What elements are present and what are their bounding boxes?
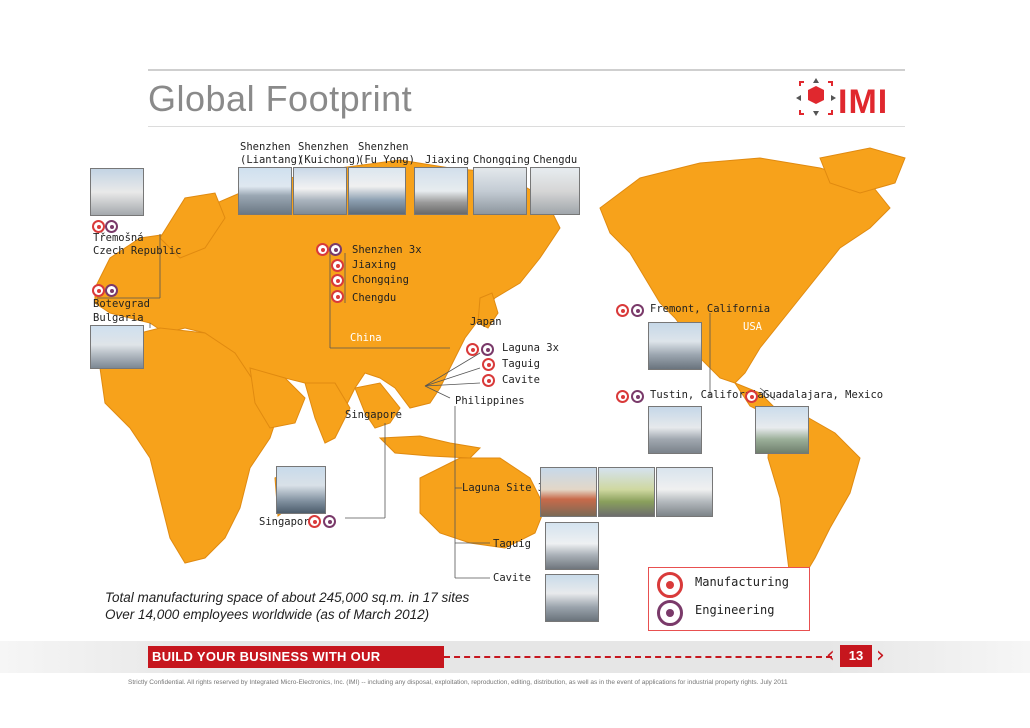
label-ph-site-3: Cavite <box>502 374 540 386</box>
manufacturing-marker-icon <box>92 284 105 297</box>
label-tremosna: Třemošná <box>93 232 144 244</box>
label-china-site-1: Shenzhen 3x <box>352 244 422 256</box>
photo-tremosna <box>90 168 144 216</box>
label-japan: Japan <box>470 316 502 328</box>
manufacturing-marker-icon <box>466 343 479 356</box>
marker-singapore <box>308 515 336 528</box>
label-ph-site-2: Taguig <box>502 358 540 370</box>
top-label-chengdu: Chengdu <box>533 154 578 166</box>
photo-singapore <box>276 466 326 514</box>
photo-fremont <box>648 322 702 370</box>
label-botevgrad: Botevgrad <box>93 298 150 310</box>
imi-logo-text: IMI <box>838 83 889 121</box>
marker-guadalajara <box>745 390 758 403</box>
next-page-icon[interactable]: › <box>876 645 885 667</box>
manufacturing-legend-icon <box>657 572 683 598</box>
manufacturing-marker-icon <box>616 390 629 403</box>
prev-page-icon[interactable]: ‹ <box>826 645 835 667</box>
label-cavite: Cavite <box>493 572 531 584</box>
photo-guadalajara <box>755 406 809 454</box>
photo-laguna-3 <box>656 467 713 517</box>
photo-cavite <box>545 574 599 622</box>
label-laguna-site: Laguna Site 3x <box>462 482 551 494</box>
marker-fremont <box>616 304 644 317</box>
top-label-chongqing: Chongqing <box>473 154 530 166</box>
page-number: 13 <box>840 645 872 667</box>
label-china-site-4: Chengdu <box>352 292 397 304</box>
top-label-fuyong-2: (Fu Yong) <box>358 154 415 166</box>
photo-laguna-1 <box>540 467 597 517</box>
page-title: Global Footprint <box>148 78 413 119</box>
photo-shenzhen-fuyong <box>348 167 406 215</box>
engineering-marker-icon <box>105 284 118 297</box>
label-usa: USA <box>743 321 762 333</box>
top-label-kuichong-1: Shenzhen <box>298 141 349 153</box>
marker-jiaxing <box>331 259 344 272</box>
label-china: China <box>350 332 382 344</box>
legend-box: Manufacturing Engineering <box>648 567 810 631</box>
marker-chengdu <box>331 290 344 303</box>
label-china-site-2: Jiaxing <box>352 259 397 271</box>
footer-banner: BUILD YOUR BUSINESS WITH OUR FLEXIBLE SO… <box>148 646 444 686</box>
north-america-landmass <box>599 157 891 384</box>
label-singapore-map: Singapore <box>345 409 402 421</box>
label-czech: Czech Republic <box>93 245 182 257</box>
australia-landmass <box>419 457 546 549</box>
photo-shenzhen-liantang <box>238 167 292 215</box>
label-guadalajara: Guadalajara, Mexico <box>763 389 884 401</box>
label-ph-site-1: Laguna 3x <box>502 342 559 354</box>
photo-taguig <box>545 522 599 570</box>
top-label-jiaxing: Jiaxing <box>425 154 470 166</box>
photo-chengdu <box>530 167 580 215</box>
legend-manufacturing-label: Manufacturing <box>695 575 789 589</box>
marker-china <box>316 243 342 256</box>
photo-chongqing <box>473 167 527 215</box>
indonesia-landmass <box>378 435 482 459</box>
note-employees: Over 14,000 employees worldwide (as of M… <box>105 607 430 622</box>
marker-tustin <box>616 390 644 403</box>
top-label-liantang-1: Shenzhen <box>240 141 291 153</box>
marker-cavite <box>482 374 495 387</box>
label-china-site-3: Chongqing <box>352 274 409 286</box>
manufacturing-marker-icon <box>616 304 629 317</box>
photo-laguna-2 <box>598 467 655 517</box>
engineering-marker-icon <box>631 390 644 403</box>
engineering-marker-icon <box>481 343 494 356</box>
confidential-notice: Strictly Confidential. All rights reserv… <box>128 679 788 686</box>
engineering-legend-icon <box>657 600 683 626</box>
marker-botevgrad <box>92 284 118 297</box>
top-label-fuyong-1: Shenzhen <box>358 141 409 153</box>
photo-shenzhen-kuichong <box>293 167 347 215</box>
top-label-kuichong-2: (Kuichong) <box>298 154 362 166</box>
marker-chongqing <box>331 274 344 287</box>
photo-tustin <box>648 406 702 454</box>
label-fremont: Fremont, California <box>650 303 771 315</box>
legend-engineering-label: Engineering <box>695 603 775 617</box>
engineering-marker-icon <box>631 304 644 317</box>
note-manufacturing-space: Total manufacturing space of about 245,0… <box>105 590 470 605</box>
label-taguig: Taguig <box>493 538 531 550</box>
label-philippines: Philippines <box>455 395 525 407</box>
marker-taguig <box>482 358 495 371</box>
marker-laguna <box>466 343 494 356</box>
top-label-liantang-2: (Liantang) <box>240 154 304 166</box>
manufacturing-marker-icon <box>308 515 321 528</box>
engineering-marker-icon <box>329 243 342 256</box>
photo-jiaxing <box>414 167 468 215</box>
label-bulgaria: Bulgaria <box>93 312 144 324</box>
engineering-marker-icon <box>323 515 336 528</box>
photo-botevgrad <box>90 325 144 369</box>
manufacturing-marker-icon <box>316 243 329 256</box>
header-top-rule <box>148 69 905 71</box>
footer-dashed-rule <box>444 656 832 658</box>
